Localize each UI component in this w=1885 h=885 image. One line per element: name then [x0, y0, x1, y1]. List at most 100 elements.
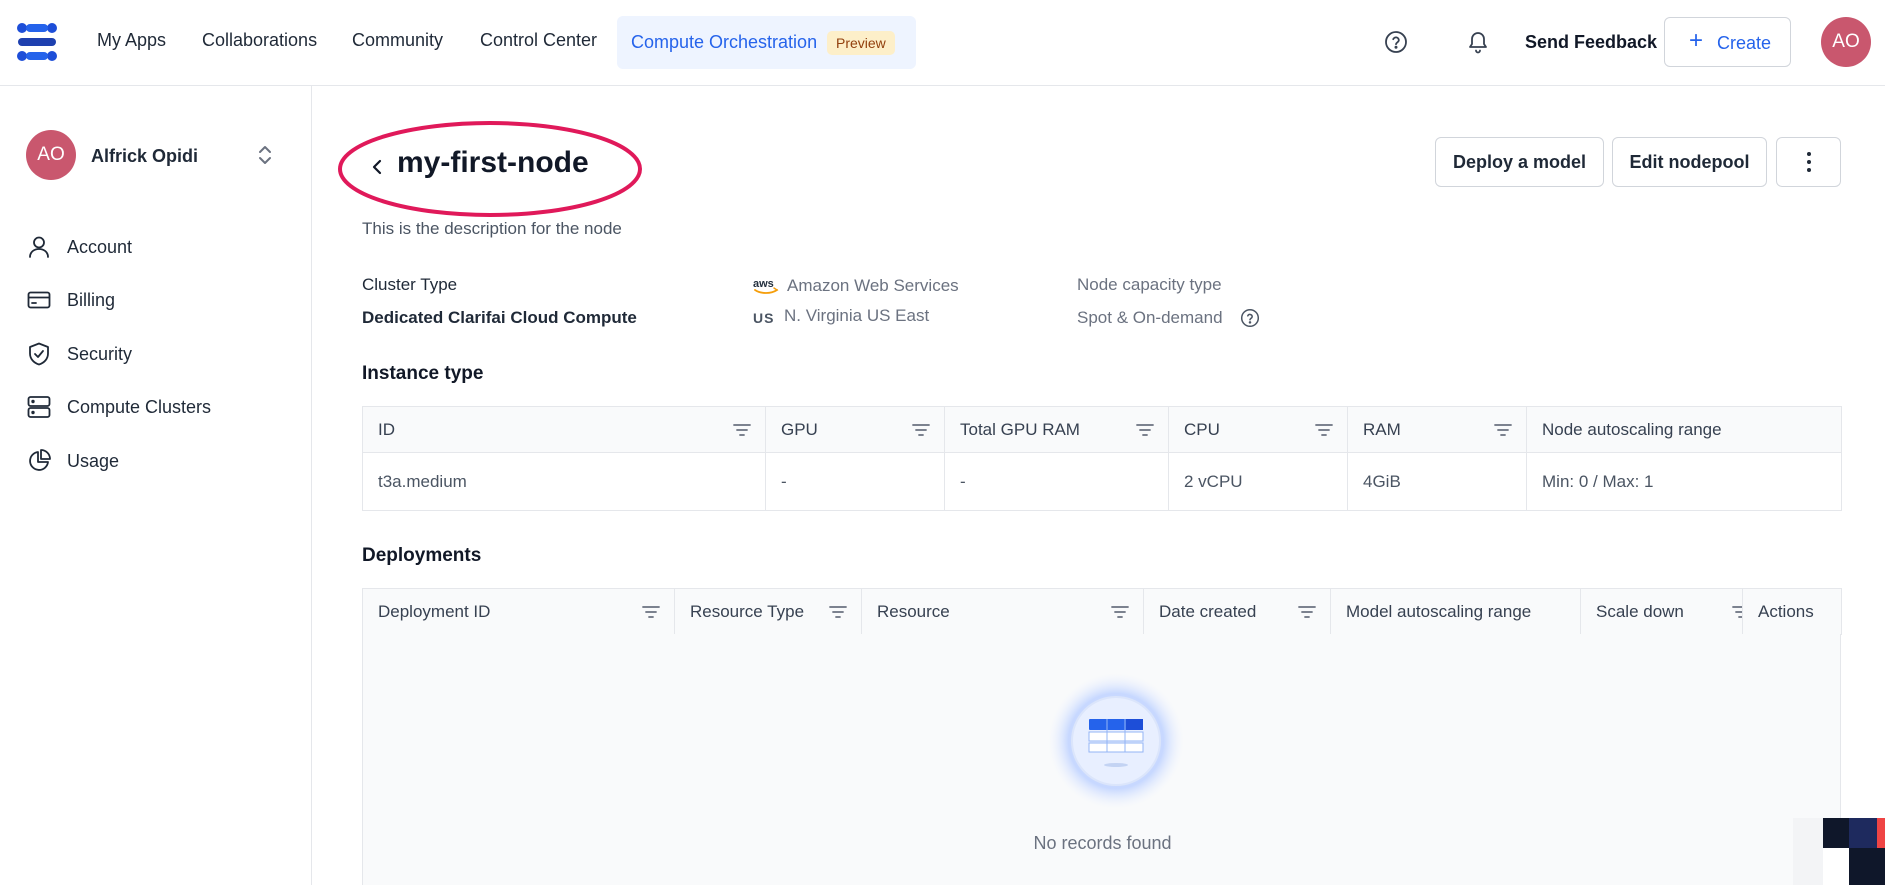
page-title: my-first-node — [397, 146, 589, 179]
plus-icon: + — [1689, 27, 1704, 54]
chevron-up-down-icon[interactable] — [256, 143, 274, 167]
filter-icon[interactable] — [1732, 604, 1743, 620]
deployments-heading: Deployments — [362, 545, 482, 566]
send-feedback-link[interactable]: Send Feedback — [1525, 32, 1657, 53]
floating-widget-icon[interactable] — [1793, 818, 1885, 885]
more-vertical-icon — [1806, 152, 1811, 172]
column-header-ram[interactable]: RAM — [1347, 406, 1527, 453]
sidebar-item-label: Billing — [67, 290, 116, 310]
back-arrow-icon[interactable] — [366, 151, 388, 183]
filter-icon[interactable] — [1315, 422, 1333, 438]
nav-control-center[interactable]: Control Center — [480, 30, 597, 51]
cell-total-gpu-ram: - — [944, 452, 1169, 511]
column-header-label: RAM — [1363, 419, 1401, 439]
column-header-label: GPU — [781, 419, 818, 439]
filter-icon[interactable] — [1494, 422, 1512, 438]
table-header-row: Deployment ID Resource Type Resource Dat… — [362, 588, 1842, 635]
nav-community[interactable]: Community — [352, 30, 443, 51]
help-icon[interactable] — [1384, 30, 1408, 54]
cell-cpu: 2 vCPU — [1168, 452, 1348, 511]
provider-name: Amazon Web Services — [787, 276, 959, 295]
sidebar-avatar: AO — [26, 130, 76, 180]
column-header-label: CPU — [1184, 419, 1220, 439]
sidebar-item-usage[interactable]: Usage — [26, 446, 296, 476]
column-header-label: Date created — [1159, 601, 1257, 621]
instance-type-table: ID GPU Total GPU RAM CPU RAM Node autosc… — [362, 406, 1842, 511]
filter-icon[interactable] — [1298, 604, 1316, 620]
edit-nodepool-button[interactable]: Edit nodepool — [1612, 137, 1767, 187]
column-header-label: Resource Type — [690, 601, 805, 621]
instance-type-heading: Instance type — [362, 363, 484, 384]
user-icon — [29, 236, 49, 258]
preview-badge: Preview — [827, 31, 895, 55]
column-header-gpu[interactable]: GPU — [765, 406, 945, 453]
bell-icon[interactable] — [1466, 29, 1490, 55]
filter-icon[interactable] — [829, 604, 847, 620]
aws-logo-text: aws — [753, 278, 774, 290]
cluster-type-value: Dedicated Clarifai Cloud Compute — [362, 308, 637, 327]
table-row[interactable]: t3a.medium - - 2 vCPU 4GiB Min: 0 / Max:… — [362, 452, 1842, 511]
deploy-model-button[interactable]: Deploy a model — [1435, 137, 1604, 187]
main-content: my-first-node Deploy a model Edit nodepo… — [312, 86, 1885, 885]
nav-my-apps[interactable]: My Apps — [97, 30, 166, 51]
sidebar: AO Alfrick Opidi Account Billing Securit… — [0, 86, 312, 885]
cell-gpu: - — [765, 452, 945, 511]
filter-icon[interactable] — [1111, 604, 1129, 620]
column-header-resource[interactable]: Resource — [861, 588, 1144, 635]
empty-state-message: No records found — [1033, 833, 1172, 853]
aws-logo-icon: aws — [753, 278, 779, 294]
cell-node-autoscaling-range: Min: 0 / Max: 1 — [1526, 452, 1842, 511]
cluster-type-label: Cluster Type — [362, 275, 458, 294]
filter-icon[interactable] — [642, 604, 660, 620]
filter-icon[interactable] — [733, 422, 751, 438]
empty-table-icon — [1048, 673, 1184, 809]
column-header-date-created[interactable]: Date created — [1143, 588, 1331, 635]
sidebar-item-billing[interactable]: Billing — [26, 285, 296, 315]
cell-id: t3a.medium — [362, 452, 766, 511]
column-header-label: Node autoscaling range — [1542, 419, 1722, 439]
sidebar-user-name: Alfrick Opidi — [91, 146, 199, 166]
column-header-label: ID — [378, 419, 395, 439]
column-header-model-autoscaling-range[interactable]: Model autoscaling range — [1330, 588, 1581, 635]
create-button[interactable]: + Create — [1664, 17, 1791, 67]
sidebar-item-label: Usage — [67, 451, 120, 471]
column-header-id[interactable]: ID — [362, 406, 766, 453]
sidebar-item-label: Security — [67, 344, 133, 364]
nav-compute-orchestration-label: Compute Orchestration — [631, 32, 818, 52]
column-header-node-autoscaling-range[interactable]: Node autoscaling range — [1526, 406, 1842, 453]
sidebar-item-account[interactable]: Account — [26, 232, 296, 262]
sidebar-item-label: Account — [67, 237, 133, 257]
nav-compute-orchestration[interactable]: Compute Orchestration Preview — [617, 16, 916, 69]
column-header-scale-down[interactable]: Scale down — [1580, 588, 1743, 635]
nav-collaborations[interactable]: Collaborations — [202, 30, 317, 51]
capacity-type-label: Node capacity type — [1077, 275, 1222, 294]
column-header-label: Deployment ID — [378, 601, 491, 621]
column-header-label: Actions — [1758, 601, 1814, 621]
create-button-label: Create — [1717, 33, 1772, 53]
region-code: US — [753, 310, 775, 326]
deployments-table: Deployment ID Resource Type Resource Dat… — [362, 588, 1842, 635]
sidebar-item-label: Compute Clusters — [67, 397, 212, 417]
column-header-actions: Actions — [1742, 588, 1842, 635]
column-header-label: Total GPU RAM — [960, 419, 1080, 439]
clarifai-logo-icon[interactable] — [14, 22, 60, 62]
filter-icon[interactable] — [1136, 422, 1154, 438]
column-header-total-gpu-ram[interactable]: Total GPU RAM — [944, 406, 1169, 453]
question-circle-icon[interactable] — [1240, 308, 1260, 328]
server-icon — [27, 396, 51, 418]
node-description: This is the description for the node — [362, 219, 622, 238]
table-header-row: ID GPU Total GPU RAM CPU RAM Node autosc… — [362, 406, 1842, 453]
pie-chart-icon — [29, 449, 51, 471]
column-header-resource-type[interactable]: Resource Type — [674, 588, 862, 635]
capacity-type-value: Spot & On-demand — [1077, 308, 1223, 327]
deployments-empty-state: No records found — [362, 634, 1841, 885]
column-header-deployment-id[interactable]: Deployment ID — [362, 588, 675, 635]
more-options-button[interactable] — [1776, 137, 1841, 187]
column-header-label: Model autoscaling range — [1346, 601, 1532, 621]
filter-icon[interactable] — [912, 422, 930, 438]
sidebar-item-security[interactable]: Security — [26, 339, 296, 369]
sidebar-item-compute-clusters[interactable]: Compute Clusters — [26, 392, 296, 422]
column-header-cpu[interactable]: CPU — [1168, 406, 1348, 453]
top-navigation: My Apps Collaborations Community Control… — [0, 0, 1885, 86]
user-avatar[interactable]: AO — [1821, 17, 1871, 67]
